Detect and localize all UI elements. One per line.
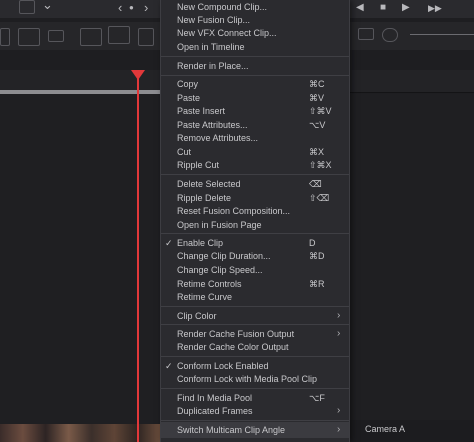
- menu-item-new-vfx-connect-clip[interactable]: New VFX Connect Clip...: [161, 26, 349, 40]
- menu-item-find-in-media-pool[interactable]: Find In Media Pool ⌥F: [161, 391, 349, 405]
- menu-item-render-cache-color-output[interactable]: Render Cache Color Output: [161, 340, 349, 354]
- menu-separator: [161, 174, 349, 175]
- menu-item-change-clip-duration[interactable]: Change Clip Duration... ⌘D: [161, 249, 349, 263]
- menu-item-enable-clip[interactable]: ✓ Enable Clip D: [161, 236, 349, 250]
- checkmark-icon: ✓: [165, 238, 173, 248]
- menu-separator: [161, 56, 349, 57]
- menu-item-cut[interactable]: Cut ⌘X: [161, 145, 349, 159]
- menu-item-conform-lock-with-media-pool-clip[interactable]: Conform Lock with Media Pool Clip: [161, 372, 349, 386]
- clip-context-menu: New Compound Clip... New Fusion Clip... …: [160, 0, 350, 442]
- menu-item-reset-fusion-composition[interactable]: Reset Fusion Composition...: [161, 204, 349, 218]
- menu-item-conform-lock-enabled[interactable]: ✓ Conform Lock Enabled: [161, 359, 349, 373]
- tool-icon-3[interactable]: [48, 30, 64, 42]
- clip-thumbnail-strip[interactable]: [0, 424, 160, 442]
- tool-icon-4[interactable]: [80, 28, 102, 46]
- menu-separator: [161, 420, 349, 421]
- menu-item-delete-selected[interactable]: Delete Selected ⌫: [161, 177, 349, 191]
- menu-item-remove-attributes[interactable]: Remove Attributes...: [161, 131, 349, 145]
- chevron-right-icon: ›: [337, 328, 341, 339]
- menu-item-paste[interactable]: Paste ⌘V: [161, 91, 349, 105]
- chevron-right-icon: ›: [337, 405, 341, 416]
- tool-icon-1[interactable]: [0, 28, 10, 46]
- chevron-left-icon[interactable]: ‹: [118, 0, 122, 16]
- menu-item-change-clip-speed[interactable]: Change Clip Speed...: [161, 263, 349, 277]
- play-icon[interactable]: ▶: [402, 0, 410, 16]
- menu-item-clip-color[interactable]: Clip Color ›: [161, 309, 349, 323]
- menu-separator: [161, 356, 349, 357]
- stop-icon[interactable]: ■: [380, 0, 386, 16]
- tool-icon-5[interactable]: [108, 26, 130, 44]
- zoom-icon[interactable]: [382, 28, 398, 42]
- menu-separator: [161, 388, 349, 389]
- menu-separator: [161, 306, 349, 307]
- menu-item-switch-multicam-clip-angle[interactable]: Switch Multicam Clip Angle ›: [161, 422, 349, 438]
- submenu-item-camera-a[interactable]: Camera A: [365, 424, 405, 434]
- menu-separator: [161, 233, 349, 234]
- menu-item-retime-curve[interactable]: Retime Curve: [161, 290, 349, 304]
- menu-item-ripple-cut[interactable]: Ripple Cut ⇧⌘X: [161, 158, 349, 172]
- playhead-marker-icon[interactable]: [131, 70, 145, 80]
- next-icon[interactable]: ▶▶: [428, 0, 442, 16]
- menu-item-ripple-delete[interactable]: Ripple Delete ⇧⌫: [161, 191, 349, 205]
- menu-separator: [161, 324, 349, 325]
- trim-edit-icon[interactable]: [19, 0, 35, 14]
- tool-icon-6[interactable]: [138, 28, 154, 46]
- menu-item-open-in-fusion-page[interactable]: Open in Fusion Page: [161, 218, 349, 232]
- menu-item-render-in-place[interactable]: Render in Place...: [161, 59, 349, 73]
- zoom-slider[interactable]: [410, 34, 474, 35]
- playhead-line[interactable]: [137, 77, 139, 442]
- tool-icon-2[interactable]: [18, 28, 40, 46]
- dot-icon: ●: [129, 3, 134, 12]
- chevron-right-icon[interactable]: ›: [144, 0, 148, 16]
- timeline-track-bar: [0, 90, 160, 94]
- menu-item-retime-controls[interactable]: Retime Controls ⌘R: [161, 277, 349, 291]
- menu-item-paste-attributes[interactable]: Paste Attributes... ⌥V: [161, 118, 349, 132]
- menu-item-duplicated-frames[interactable]: Duplicated Frames ›: [161, 404, 349, 418]
- menu-item-open-in-timeline[interactable]: Open in Timeline: [161, 40, 349, 54]
- menu-item-new-compound-clip[interactable]: New Compound Clip...: [161, 0, 349, 14]
- chevron-right-icon: ›: [337, 310, 341, 321]
- menu-item-paste-insert[interactable]: Paste Insert ⇧⌘V: [161, 104, 349, 118]
- checkmark-icon: ✓: [165, 361, 173, 371]
- chevron-down-icon[interactable]: ⌄: [42, 0, 53, 13]
- menu-item-render-cache-fusion-output[interactable]: Render Cache Fusion Output ›: [161, 327, 349, 341]
- menu-item-new-fusion-clip[interactable]: New Fusion Clip...: [161, 13, 349, 27]
- zoom-detail-icon[interactable]: [358, 28, 374, 40]
- menu-separator: [161, 75, 349, 76]
- previous-icon[interactable]: ◀: [356, 0, 364, 16]
- chevron-right-icon: ›: [337, 424, 341, 435]
- menu-item-copy[interactable]: Copy ⌘C: [161, 77, 349, 91]
